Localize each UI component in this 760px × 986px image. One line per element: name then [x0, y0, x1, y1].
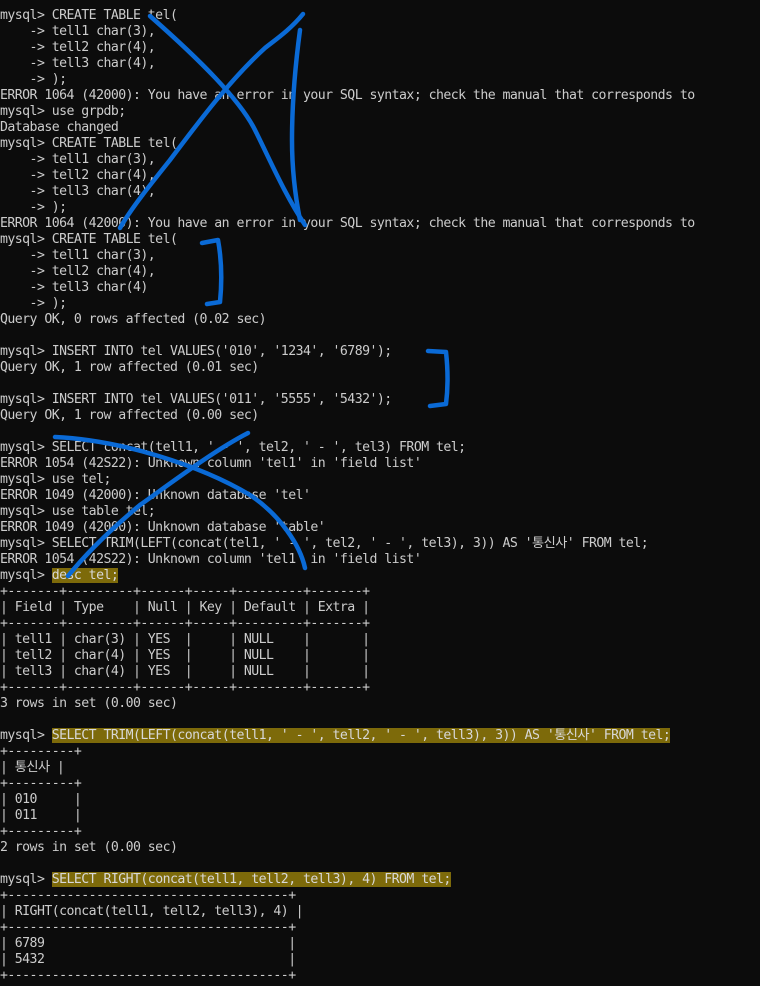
console-line: -> tell1 char(3),	[0, 248, 156, 263]
console-line: +-------+---------+------+-----+--------…	[0, 584, 370, 599]
console-line: mysql> INSERT INTO tel VALUES('011', '55…	[0, 392, 392, 407]
console-line: ERROR 1064 (42000): You have an error in…	[0, 88, 695, 103]
console-line: -> tell3 char(4)	[0, 280, 149, 295]
console-line: mysql> CREATE TABLE tel(	[0, 136, 178, 151]
highlighted-command: SELECT TRIM(LEFT(concat(tell1, ' - ', te…	[51, 728, 671, 743]
console-line: -> tell1 char(3),	[0, 24, 156, 39]
console-line: mysql> desc tel;	[0, 568, 760, 584]
console-line: | 010 |	[0, 792, 82, 807]
console-line: | 011 |	[0, 808, 82, 823]
console-line: mysql> use tel;	[0, 472, 111, 487]
console-line: mysql> use grpdb;	[0, 104, 126, 119]
console-line: mysql> CREATE TABLE tel(	[0, 8, 178, 23]
mysql-prompt: mysql>	[0, 728, 52, 743]
console-line: -> tell2 char(4),	[0, 168, 156, 183]
console-line: 3 rows in set (0.00 sec)	[0, 696, 178, 711]
console-line: mysql> SELECT RIGHT(concat(tell1, tell2,…	[0, 872, 760, 888]
console-line: -> tell3 char(4),	[0, 56, 156, 71]
console-output: mysql> CREATE TABLE tel( -> tell1 char(3…	[0, 8, 760, 984]
console-line: -> );	[0, 296, 68, 311]
console-line: ERROR 1049 (42000): Unknown database 'ta…	[0, 520, 326, 535]
console-line: ERROR 1049 (42000): Unknown database 'te…	[0, 488, 311, 503]
console-line: +-------+---------+------+-----+--------…	[0, 616, 370, 631]
console-line: +--------------------------------------+	[0, 888, 296, 903]
console-line: -> tell3 char(4),	[0, 184, 156, 199]
console-line: mysql> use table tel;	[0, 504, 156, 519]
console-line: +--------------------------------------+	[0, 968, 296, 983]
console-line: | 6789 |	[0, 936, 296, 951]
console-line: +--------------------------------------+	[0, 920, 296, 935]
console-line: mysql> CREATE TABLE tel(	[0, 232, 178, 247]
console-line: 2 rows in set (0.00 sec)	[0, 840, 178, 855]
console-line: -> tell2 char(4),	[0, 40, 156, 55]
console-line: +---------+	[0, 744, 82, 759]
console-line: | 통신사 |	[0, 760, 65, 775]
console-line: mysql> INSERT INTO tel VALUES('010', '12…	[0, 344, 392, 359]
console-line: | RIGHT(concat(tell1, tell2, tell3), 4) …	[0, 904, 304, 919]
console-line: | tell3 | char(4) | YES | | NULL | |	[0, 664, 370, 679]
console-line: -> );	[0, 200, 68, 215]
console-line: Database changed	[0, 120, 119, 135]
highlighted-command: SELECT RIGHT(concat(tell1, tell2, tell3)…	[51, 872, 451, 887]
console-line: mysql> SELECT TRIM(LEFT(concat(tell1, ' …	[0, 728, 760, 744]
console-line: -> tell1 char(3),	[0, 152, 156, 167]
console-line: +-------+---------+------+-----+--------…	[0, 680, 370, 695]
console-line: Query OK, 1 row affected (0.01 sec)	[0, 360, 259, 375]
console-line: +---------+	[0, 776, 82, 791]
console-line: | tell2 | char(4) | YES | | NULL | |	[0, 648, 370, 663]
console-line: Query OK, 0 rows affected (0.02 sec)	[0, 312, 267, 327]
console-line: +---------+	[0, 824, 82, 839]
console-line: ERROR 1054 (42S22): Unknown column 'tel1…	[0, 552, 422, 567]
terminal-window[interactable]: mysql> CREATE TABLE tel( -> tell1 char(3…	[0, 0, 760, 986]
console-line: | 5432 |	[0, 952, 296, 967]
console-line: | tell1 | char(3) | YES | | NULL | |	[0, 632, 370, 647]
mysql-prompt: mysql>	[0, 872, 52, 887]
console-line: mysql> SELECT concat(tell1, ' - ', tel2,…	[0, 440, 466, 455]
console-line: Query OK, 1 row affected (0.00 sec)	[0, 408, 259, 423]
console-line: -> tell2 char(4),	[0, 264, 156, 279]
console-line: ERROR 1064 (42000): You have an error in…	[0, 216, 695, 231]
console-line: -> );	[0, 72, 68, 87]
console-line: ERROR 1054 (42S22): Unknown column 'tel1…	[0, 456, 422, 471]
mysql-prompt: mysql>	[0, 568, 52, 583]
console-line: | Field | Type | Null | Key | Default | …	[0, 600, 370, 615]
console-line: mysql> SELECT TRIM(LEFT(concat(tel1, ' -…	[0, 536, 649, 551]
highlighted-command: desc tel;	[51, 568, 119, 583]
